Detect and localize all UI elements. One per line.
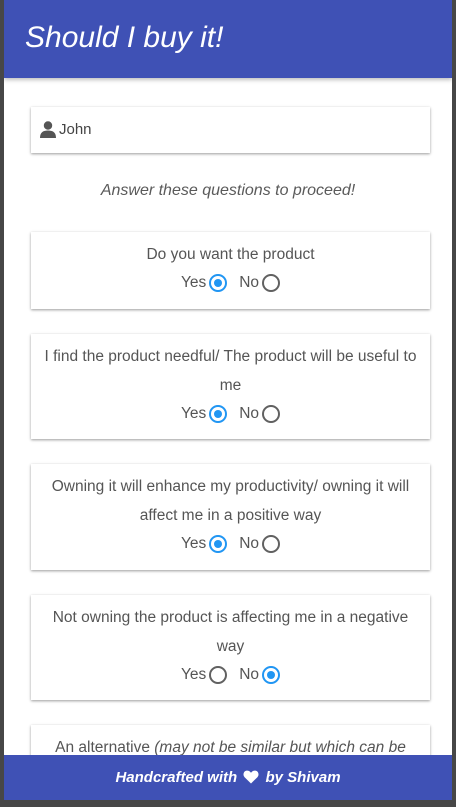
- answer-options: Yes No: [37, 401, 424, 427]
- question-text-italic: (may not be similar but which can be: [154, 739, 406, 755]
- name-value[interactable]: John: [59, 120, 92, 140]
- no-label: No: [239, 666, 260, 683]
- no-radio[interactable]: [262, 405, 281, 423]
- yes-option[interactable]: Yes: [180, 405, 228, 423]
- question-text: Not owning the product is affecting me i…: [52, 609, 409, 655]
- app-frame: Should I buy it! John Answer these quest…: [0, 0, 456, 807]
- question-text: An alternative (may not be similar but w…: [37, 733, 424, 755]
- no-radio[interactable]: [262, 535, 281, 553]
- window-bottom-border: [4, 800, 452, 803]
- instruction-text: Answer these questions to proceed!: [100, 182, 356, 199]
- yes-radio[interactable]: [209, 666, 228, 684]
- question-text: Owning it will enhance my productivity/ …: [51, 478, 410, 524]
- yes-option[interactable]: Yes: [180, 274, 228, 292]
- yes-label: Yes: [180, 274, 207, 291]
- app-header: Should I buy it!: [4, 0, 452, 78]
- name-field[interactable]: John: [31, 107, 430, 153]
- question-text-plain: An alternative: [55, 739, 155, 755]
- app-title: Should I buy it!: [25, 21, 224, 54]
- no-option[interactable]: No: [239, 274, 281, 292]
- user-icon: [40, 121, 56, 138]
- yes-option[interactable]: Yes: [180, 535, 228, 553]
- question-text: Do you want the product: [146, 246, 315, 263]
- no-label: No: [239, 274, 260, 291]
- no-radio[interactable]: [262, 274, 281, 292]
- yes-label: Yes: [180, 666, 207, 683]
- yes-option[interactable]: Yes: [180, 666, 228, 684]
- no-option[interactable]: No: [239, 666, 281, 684]
- footer-prefix: Handcrafted with: [115, 769, 238, 786]
- question-text: I find the product needful/ The product …: [44, 348, 417, 394]
- question-card: I find the product needful/ The product …: [31, 334, 430, 439]
- yes-label: Yes: [180, 405, 207, 422]
- app-footer: Handcrafted with by Shivam: [4, 755, 452, 800]
- question-card: Do you want the product Yes No: [31, 232, 430, 309]
- main-content[interactable]: John Answer these questions to proceed! …: [4, 78, 452, 755]
- no-label: No: [239, 405, 260, 422]
- question-card: Owning it will enhance my productivity/ …: [31, 464, 430, 570]
- answer-options: Yes No: [37, 531, 424, 557]
- no-option[interactable]: No: [239, 535, 281, 553]
- yes-label: Yes: [180, 535, 207, 552]
- answer-options: Yes No: [37, 270, 424, 296]
- question-card: An alternative (may not be similar but w…: [31, 725, 430, 755]
- answer-options: Yes No: [37, 662, 424, 688]
- heart-icon: [243, 770, 259, 784]
- question-card: Not owning the product is affecting me i…: [31, 595, 430, 700]
- yes-radio[interactable]: [209, 274, 228, 292]
- footer-suffix: by Shivam: [265, 769, 341, 786]
- yes-radio[interactable]: [209, 535, 228, 553]
- no-option[interactable]: No: [239, 405, 281, 423]
- no-radio[interactable]: [262, 666, 281, 684]
- yes-radio[interactable]: [209, 405, 228, 423]
- no-label: No: [239, 535, 260, 552]
